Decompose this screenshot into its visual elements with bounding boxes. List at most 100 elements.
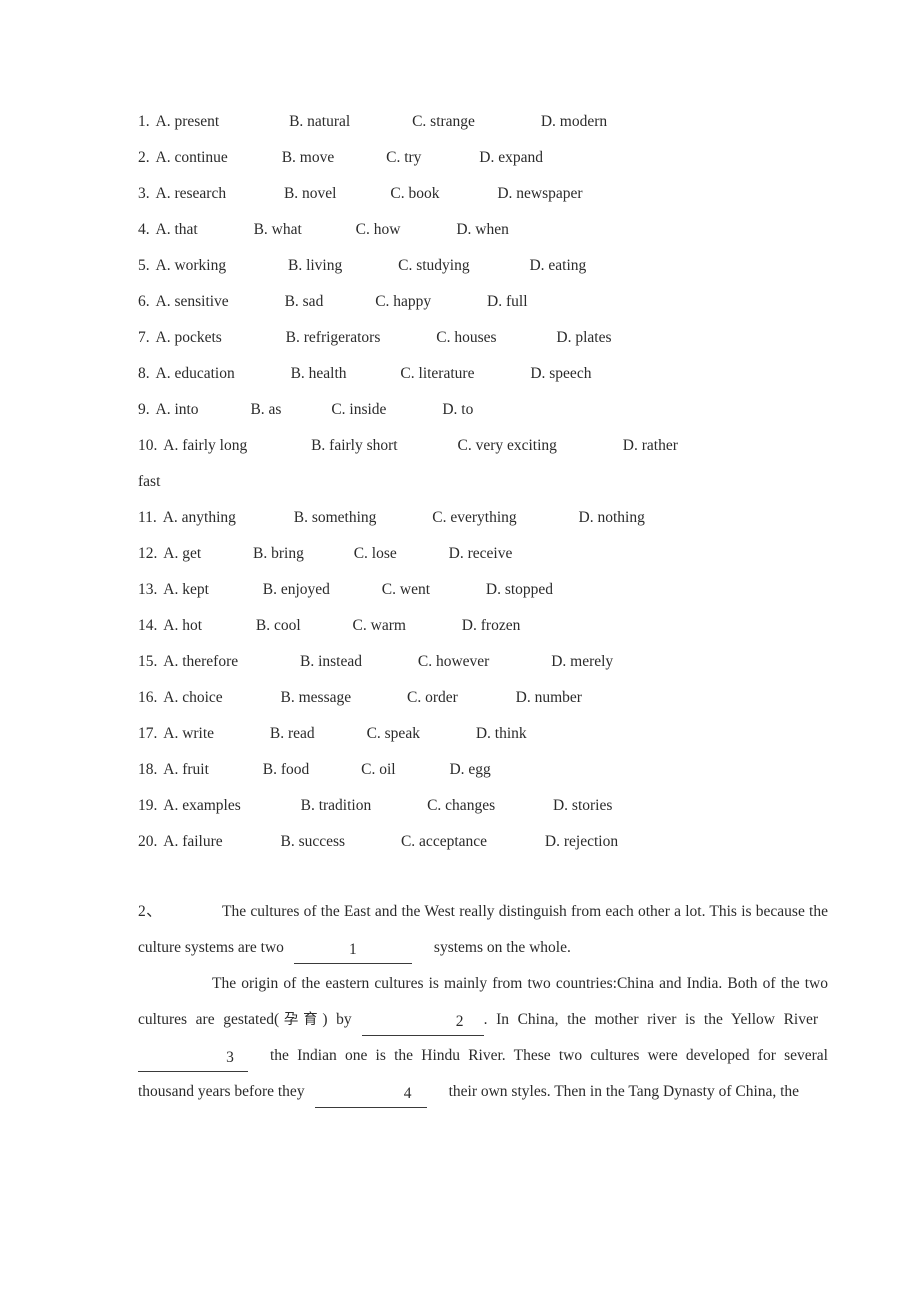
option-choice-c[interactable]: C. inside	[331, 392, 386, 428]
option-choice-b[interactable]: B. cool	[256, 608, 301, 644]
option-choice-c[interactable]: C. lose	[354, 536, 397, 572]
option-choice-d-wrap[interactable]: fast	[138, 464, 828, 500]
gap-fill-passage: 2、 The cultures of the East and the West …	[138, 894, 828, 1110]
option-choice-d[interactable]: D. eating	[529, 248, 586, 284]
option-number: 9.	[138, 401, 150, 418]
answer-blank-3[interactable]: 3	[138, 1045, 248, 1072]
option-choice-c[interactable]: C. speak	[367, 716, 420, 752]
option-choice-a[interactable]: A. failure	[163, 824, 222, 860]
option-choice-b[interactable]: B. fairly short	[311, 428, 398, 464]
option-choice-a[interactable]: A. kept	[163, 572, 209, 608]
option-choice-c[interactable]: C. literature	[400, 356, 474, 392]
option-choice-a[interactable]: A. fruit	[163, 752, 209, 788]
option-choice-b[interactable]: B. success	[281, 824, 346, 860]
option-choice-b[interactable]: B. read	[270, 716, 315, 752]
option-choice-d[interactable]: D. plates	[556, 320, 611, 356]
option-number: 16.	[138, 689, 158, 706]
option-choice-c[interactable]: C. how	[356, 212, 401, 248]
option-choice-a[interactable]: A. continue	[156, 140, 228, 176]
option-number: 11.	[138, 509, 157, 526]
option-choice-c[interactable]: C. oil	[361, 752, 395, 788]
option-choice-a[interactable]: A. that	[156, 212, 198, 248]
option-choice-c[interactable]: C. studying	[398, 248, 469, 284]
option-choice-b[interactable]: B. novel	[284, 176, 337, 212]
option-choice-b[interactable]: B. tradition	[301, 788, 372, 824]
option-choice-b[interactable]: B. move	[282, 140, 335, 176]
option-choice-d[interactable]: D. stories	[553, 788, 612, 824]
option-choice-d[interactable]: D. when	[456, 212, 509, 248]
option-choice-d[interactable]: D. merely	[551, 644, 613, 680]
option-choice-a[interactable]: A. fairly long	[163, 428, 247, 464]
option-choice-d[interactable]: D. number	[516, 680, 582, 716]
passage-cjk-gloss: 孕育	[279, 1012, 323, 1028]
option-choice-b[interactable]: B. sad	[285, 284, 324, 320]
passage-item-marker: 2、	[138, 903, 162, 920]
option-choice-b[interactable]: B. something	[294, 500, 377, 536]
option-number: 15.	[138, 653, 158, 670]
option-choice-a[interactable]: A. therefore	[163, 644, 238, 680]
option-choice-b[interactable]: B. enjoyed	[263, 572, 330, 608]
option-choice-a[interactable]: A. present	[156, 104, 220, 140]
option-choice-d[interactable]: D. nothing	[579, 500, 645, 536]
option-choice-b[interactable]: B. living	[288, 248, 342, 284]
option-choice-c[interactable]: C. strange	[412, 104, 475, 140]
option-choice-c[interactable]: C. try	[386, 140, 421, 176]
option-number: 17.	[138, 725, 158, 742]
option-choice-d[interactable]: D. think	[476, 716, 527, 752]
option-choice-d[interactable]: D. rather	[623, 428, 678, 464]
option-row: 3. A. research B. novel C. book D. newsp…	[138, 176, 828, 212]
option-choice-d[interactable]: D. receive	[449, 536, 513, 572]
option-choice-b[interactable]: B. as	[250, 392, 281, 428]
option-choice-b[interactable]: B. bring	[253, 536, 304, 572]
option-choice-b[interactable]: B. natural	[289, 104, 350, 140]
option-choice-a[interactable]: A. research	[156, 176, 227, 212]
option-choice-c[interactable]: C. houses	[436, 320, 496, 356]
option-choice-c[interactable]: C. warm	[353, 608, 406, 644]
option-choice-c[interactable]: C. went	[382, 572, 430, 608]
option-choice-b[interactable]: B. refrigerators	[286, 320, 381, 356]
option-choice-c[interactable]: C. changes	[427, 788, 495, 824]
option-choice-b[interactable]: B. what	[254, 212, 302, 248]
option-choice-a[interactable]: A. into	[156, 392, 199, 428]
option-choice-d[interactable]: D. to	[442, 392, 473, 428]
option-choice-a[interactable]: A. working	[156, 248, 227, 284]
option-choice-b[interactable]: B. food	[263, 752, 310, 788]
option-choice-d[interactable]: D. expand	[479, 140, 543, 176]
option-choice-d[interactable]: D. rejection	[545, 824, 618, 860]
option-choice-c[interactable]: C. acceptance	[401, 824, 487, 860]
option-choice-a[interactable]: A. write	[163, 716, 214, 752]
option-choice-c[interactable]: C. everything	[432, 500, 516, 536]
option-choice-c[interactable]: C. very exciting	[457, 428, 556, 464]
option-choice-b[interactable]: B. message	[281, 680, 352, 716]
option-choice-b[interactable]: B. health	[291, 356, 347, 392]
option-row: 20. A. failure B. success C. acceptance …	[138, 824, 828, 860]
option-choice-d[interactable]: D. frozen	[462, 608, 521, 644]
option-choice-a[interactable]: A. get	[163, 536, 201, 572]
option-choice-d[interactable]: D. full	[487, 284, 527, 320]
option-row: 7. A. pockets B. refrigerators C. houses…	[138, 320, 828, 356]
option-choice-d[interactable]: D. newspaper	[497, 176, 582, 212]
option-choice-a[interactable]: A. sensitive	[156, 284, 229, 320]
option-choice-c[interactable]: C. happy	[375, 284, 431, 320]
option-choice-a[interactable]: A. education	[156, 356, 235, 392]
answer-blank-2[interactable]: 2	[361, 1009, 484, 1036]
option-choice-a[interactable]: A. hot	[163, 608, 202, 644]
answer-blank-1[interactable]: 1	[293, 937, 412, 964]
option-choice-c[interactable]: C. however	[418, 644, 489, 680]
option-choice-d[interactable]: D. stopped	[486, 572, 553, 608]
option-choice-b[interactable]: B. instead	[300, 644, 362, 680]
option-choice-d[interactable]: D. modern	[541, 104, 607, 140]
option-choice-a[interactable]: A. choice	[163, 680, 222, 716]
answer-blank-4[interactable]: 4	[314, 1081, 427, 1108]
option-choice-a[interactable]: A. pockets	[156, 320, 222, 356]
option-row: 8. A. education B. health C. literature …	[138, 356, 828, 392]
option-choice-c[interactable]: C. book	[390, 176, 439, 212]
option-choice-d[interactable]: D. egg	[449, 752, 490, 788]
option-choice-d[interactable]: D. speech	[530, 356, 591, 392]
option-number: 19.	[138, 797, 158, 814]
option-choice-a[interactable]: A. examples	[163, 788, 240, 824]
page-content: 1. A. present B. natural C. strange D. m…	[138, 104, 828, 1110]
option-number: 3.	[138, 185, 150, 202]
option-choice-a[interactable]: A. anything	[163, 500, 236, 536]
option-choice-c[interactable]: C. order	[407, 680, 458, 716]
